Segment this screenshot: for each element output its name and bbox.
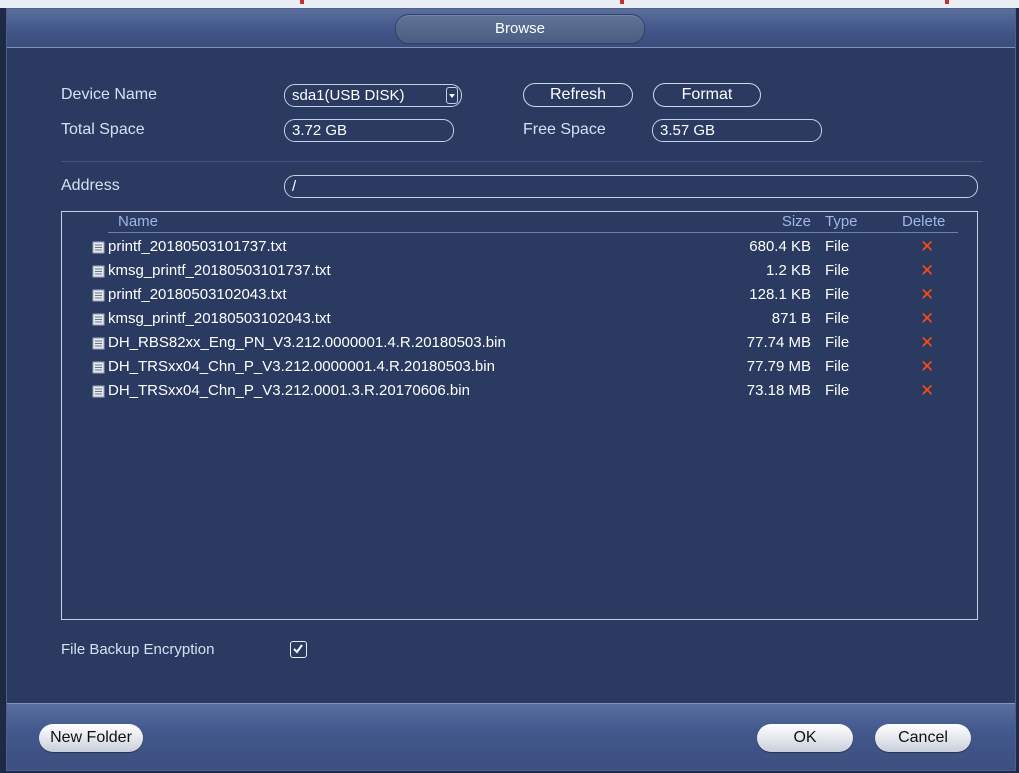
cancel-button[interactable]: Cancel [875, 724, 971, 752]
file-icon [92, 361, 105, 374]
header-divider [108, 232, 958, 233]
file-type: File [825, 334, 850, 351]
free-space-label: Free Space [523, 121, 606, 138]
file-row[interactable]: printf_20180503102043.txt 128.1 KB File ✕ [62, 284, 977, 308]
total-space-label: Total Space [61, 121, 145, 138]
file-icon [92, 385, 105, 398]
file-row[interactable]: kmsg_printf_20180503102043.txt 871 B File ✕ [62, 308, 977, 332]
checkmark-icon [293, 644, 303, 654]
file-backup-encryption-label: File Backup Encryption [61, 641, 215, 658]
file-name: DH_TRSxx04_Chn_P_V3.212.0001.3.R.2017060… [108, 382, 470, 399]
file-icon [92, 241, 105, 254]
delete-icon[interactable]: ✕ [920, 333, 934, 353]
background-mark [620, 0, 624, 4]
file-name: DH_RBS82xx_Eng_PN_V3.212.0000001.4.R.201… [108, 334, 506, 351]
file-name: kmsg_printf_20180503101737.txt [108, 262, 331, 279]
dialog-footer: New Folder OK Cancel [7, 703, 1015, 770]
free-space-field: 3.57 GB [652, 119, 822, 142]
file-name: printf_20180503102043.txt [108, 286, 287, 303]
browse-dialog: Browse Device Name sda1(USB DISK) Refres… [6, 8, 1016, 771]
delete-icon[interactable]: ✕ [920, 381, 934, 401]
address-field[interactable]: / [284, 175, 978, 198]
column-size[interactable]: Size [782, 213, 811, 230]
file-size: 128.1 KB [749, 286, 811, 303]
chevron-down-icon[interactable] [446, 87, 458, 104]
file-type: File [825, 358, 850, 375]
file-size: 680.4 KB [749, 238, 811, 255]
file-size: 77.74 MB [746, 334, 811, 351]
file-row[interactable]: kmsg_printf_20180503101737.txt 1.2 KB File… [62, 260, 977, 284]
title-bar: Browse [7, 9, 1015, 48]
delete-icon[interactable]: ✕ [920, 357, 934, 377]
file-type: File [825, 262, 850, 279]
delete-icon[interactable]: ✕ [920, 261, 934, 281]
dialog-title: Browse [395, 14, 645, 44]
file-size: 77.79 MB [746, 358, 811, 375]
delete-icon[interactable]: ✕ [920, 309, 934, 329]
column-type[interactable]: Type [825, 213, 858, 230]
file-size: 73.18 MB [746, 382, 811, 399]
file-type: File [825, 286, 850, 303]
file-row[interactable]: DH_RBS82xx_Eng_PN_V3.212.0000001.4.R.201… [62, 332, 977, 356]
file-type: File [825, 382, 850, 399]
file-name: kmsg_printf_20180503102043.txt [108, 310, 331, 327]
file-row[interactable]: printf_20180503101737.txt 680.4 KB File ✕ [62, 236, 977, 260]
file-row[interactable]: DH_TRSxx04_Chn_P_V3.212.0001.3.R.2017060… [62, 380, 977, 404]
background-mark [945, 0, 949, 4]
file-type: File [825, 310, 850, 327]
device-name-select[interactable]: sda1(USB DISK) [284, 84, 462, 107]
file-icon [92, 313, 105, 326]
file-size: 871 B [771, 310, 811, 327]
file-list-header: Name Size Type Delete [62, 212, 977, 232]
file-list[interactable]: Name Size Type Delete printf_20180503101… [61, 211, 978, 620]
file-row[interactable]: DH_TRSxx04_Chn_P_V3.212.0000001.4.R.2018… [62, 356, 977, 380]
address-label: Address [61, 177, 120, 194]
file-backup-encryption-checkbox[interactable] [290, 641, 307, 658]
background-mark [300, 0, 304, 4]
file-size: 1.2 KB [765, 262, 811, 279]
new-folder-button[interactable]: New Folder [39, 724, 143, 752]
device-name-label: Device Name [61, 86, 158, 103]
background-strip [0, 0, 1019, 8]
ok-button[interactable]: OK [757, 724, 853, 752]
delete-icon[interactable]: ✕ [920, 285, 934, 305]
file-name: DH_TRSxx04_Chn_P_V3.212.0000001.4.R.2018… [108, 358, 495, 375]
file-name: printf_20180503101737.txt [108, 238, 287, 255]
file-icon [92, 265, 105, 278]
device-name-value: sda1(USB DISK) [292, 87, 405, 104]
file-type: File [825, 238, 850, 255]
column-name[interactable]: Name [118, 213, 158, 230]
refresh-button[interactable]: Refresh [523, 83, 633, 107]
delete-icon[interactable]: ✕ [920, 237, 934, 257]
file-icon [92, 289, 105, 302]
divider [61, 161, 983, 162]
file-icon [92, 337, 105, 350]
column-delete: Delete [902, 213, 946, 230]
total-space-field: 3.72 GB [284, 119, 454, 142]
format-button[interactable]: Format [653, 83, 761, 107]
